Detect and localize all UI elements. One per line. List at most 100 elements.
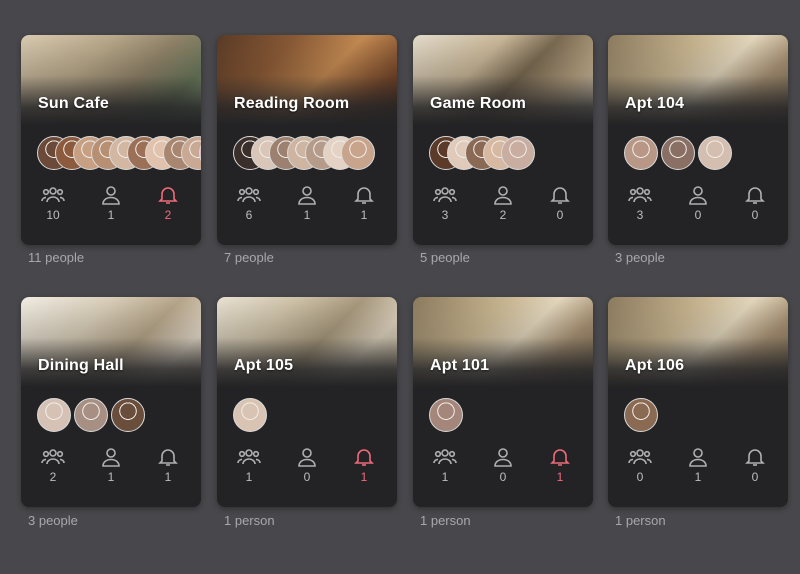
alerts-stat[interactable]: 1 xyxy=(344,185,384,222)
avatar[interactable] xyxy=(341,136,375,170)
avatar[interactable] xyxy=(74,398,108,432)
room-name: Reading Room xyxy=(234,95,350,112)
alerts-stat[interactable]: 0 xyxy=(735,185,775,222)
alerts-stat[interactable]: 0 xyxy=(540,185,580,222)
staff-count: 2 xyxy=(499,208,507,222)
staff-count: 1 xyxy=(107,470,115,484)
bell-icon xyxy=(354,187,374,204)
person-icon xyxy=(689,448,707,467)
bell-icon xyxy=(158,449,178,466)
people-caption: 1 person xyxy=(224,513,275,528)
residents-stat: 6 xyxy=(229,185,269,222)
residents-count: 3 xyxy=(636,208,644,222)
avatar[interactable] xyxy=(624,398,658,432)
group-icon xyxy=(433,187,457,203)
residents-count: 10 xyxy=(46,208,60,222)
people-caption: 1 person xyxy=(420,513,471,528)
residents-count: 6 xyxy=(245,208,253,222)
avatar-stack xyxy=(37,136,201,170)
bell-icon xyxy=(354,449,374,466)
staff-count: 0 xyxy=(499,470,507,484)
staff-stat: 1 xyxy=(91,447,131,484)
people-caption: 11 people xyxy=(28,250,85,265)
group-icon xyxy=(628,187,652,203)
bell-icon xyxy=(550,449,570,466)
avatar[interactable] xyxy=(429,398,463,432)
residents-stat: 2 xyxy=(33,447,73,484)
group-icon xyxy=(41,187,65,203)
staff-count: 1 xyxy=(303,208,311,222)
residents-count: 1 xyxy=(245,470,253,484)
group-icon xyxy=(433,449,457,465)
avatar[interactable] xyxy=(661,136,695,170)
staff-stat: 1 xyxy=(678,447,718,484)
alerts-count: 1 xyxy=(556,470,564,484)
residents-stat: 0 xyxy=(620,447,660,484)
group-icon xyxy=(41,449,65,465)
staff-count: 0 xyxy=(694,208,702,222)
alerts-stat[interactable]: 2 xyxy=(148,185,188,222)
room-card-game-room[interactable]: Game Room 3 2 0 xyxy=(413,35,593,245)
room-name: Sun Cafe xyxy=(38,95,109,112)
alerts-stat[interactable]: 1 xyxy=(540,447,580,484)
alerts-stat[interactable]: 1 xyxy=(344,447,384,484)
people-caption: 5 people xyxy=(420,250,470,265)
residents-count: 3 xyxy=(441,208,449,222)
room-card-apt-101[interactable]: Apt 101 1 0 1 xyxy=(413,297,593,507)
person-icon xyxy=(298,186,316,205)
avatar[interactable] xyxy=(233,398,267,432)
room-name: Dining Hall xyxy=(38,357,124,374)
staff-count: 1 xyxy=(694,470,702,484)
residents-count: 0 xyxy=(636,470,644,484)
alerts-count: 0 xyxy=(751,208,759,222)
bell-icon xyxy=(745,449,765,466)
avatar[interactable] xyxy=(37,398,71,432)
bell-icon xyxy=(550,187,570,204)
avatar[interactable] xyxy=(501,136,535,170)
residents-stat: 3 xyxy=(425,185,465,222)
alerts-count: 2 xyxy=(164,208,172,222)
avatar-stack xyxy=(429,136,535,170)
group-icon xyxy=(237,187,261,203)
residents-stat: 3 xyxy=(620,185,660,222)
room-name: Apt 101 xyxy=(430,357,490,374)
residents-stat: 10 xyxy=(33,185,73,222)
person-icon xyxy=(298,448,316,467)
person-icon xyxy=(494,448,512,467)
person-icon xyxy=(102,186,120,205)
avatar[interactable] xyxy=(111,398,145,432)
room-name: Apt 106 xyxy=(625,357,685,374)
people-caption: 7 people xyxy=(224,250,274,265)
alerts-stat[interactable]: 0 xyxy=(735,447,775,484)
room-card-dining-hall[interactable]: Dining Hall 2 1 1 xyxy=(21,297,201,507)
avatar-stack xyxy=(233,398,270,432)
alerts-count: 1 xyxy=(164,470,172,484)
avatar[interactable] xyxy=(698,136,732,170)
residents-count: 1 xyxy=(441,470,449,484)
alerts-count: 0 xyxy=(556,208,564,222)
room-name: Apt 105 xyxy=(234,357,294,374)
staff-stat: 1 xyxy=(91,185,131,222)
avatar[interactable] xyxy=(624,136,658,170)
residents-stat: 1 xyxy=(229,447,269,484)
avatar-stack xyxy=(624,136,735,170)
bell-icon xyxy=(158,187,178,204)
avatar-stack xyxy=(429,398,466,432)
staff-count: 0 xyxy=(303,470,311,484)
avatar-stack xyxy=(37,398,148,432)
group-icon xyxy=(237,449,261,465)
room-card-apt-106[interactable]: Apt 106 0 1 0 xyxy=(608,297,788,507)
room-card-reading-room[interactable]: Reading Room 6 1 1 xyxy=(217,35,397,245)
residents-count: 2 xyxy=(49,470,57,484)
staff-stat: 0 xyxy=(483,447,523,484)
staff-stat: 2 xyxy=(483,185,523,222)
bell-icon xyxy=(745,187,765,204)
staff-stat: 1 xyxy=(287,185,327,222)
room-card-sun-cafe[interactable]: Sun Cafe 10 1 2 xyxy=(21,35,201,245)
alerts-stat[interactable]: 1 xyxy=(148,447,188,484)
avatar-stack xyxy=(233,136,375,170)
residents-stat: 1 xyxy=(425,447,465,484)
alerts-count: 1 xyxy=(360,208,368,222)
room-card-apt-105[interactable]: Apt 105 1 0 1 xyxy=(217,297,397,507)
room-card-apt-104[interactable]: Apt 104 3 0 0 xyxy=(608,35,788,245)
